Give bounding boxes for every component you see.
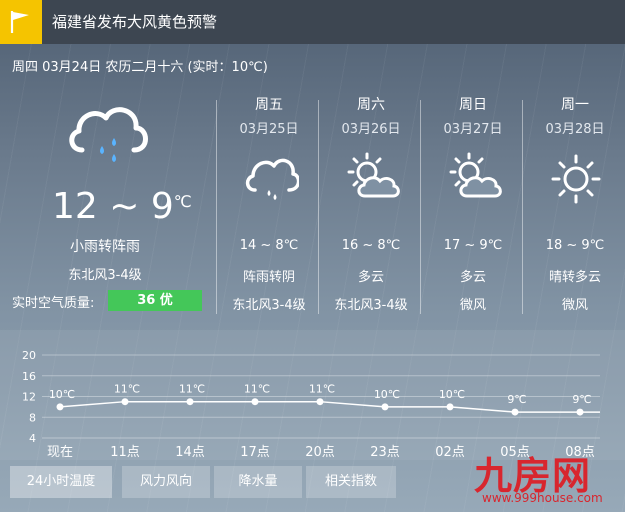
forecast-day-2[interactable]: 周六 03月26日 16 ~ 8℃ 多云 东北风3-4级 xyxy=(320,92,422,316)
partly-cloudy-icon xyxy=(347,152,400,198)
forecast-day-4[interactable]: 周一 03月28日 18 ~ 9℃ 晴转多云 微风 xyxy=(524,92,625,316)
x-tick-label: 02点 xyxy=(435,445,465,460)
forecast-desc: 多云 xyxy=(357,270,384,285)
y-tick-label: 20 xyxy=(22,349,36,362)
aqi-label: 实时空气质量: xyxy=(12,296,95,311)
y-tick-label: 12 xyxy=(22,391,36,404)
x-tick-label: 20点 xyxy=(305,445,335,460)
temperature-point xyxy=(381,403,389,411)
forecast-day-1[interactable]: 周五 03月25日 14 ~ 8℃ 阵雨转阴 东北风3-4级 xyxy=(218,92,320,316)
temperature-point-label: 10℃ xyxy=(439,388,465,401)
temperature-point-label: 9℃ xyxy=(572,393,591,406)
temperature-point xyxy=(446,403,454,411)
alert-text[interactable]: 福建省发布大风黄色预警 xyxy=(52,0,217,44)
x-tick-label: 23点 xyxy=(370,445,400,460)
temp-unit: ℃ xyxy=(173,192,192,211)
forecast-wind: 东北风3-4级 xyxy=(232,298,306,313)
temperature-point-label: 11℃ xyxy=(114,383,140,396)
forecast-temp: 14 ~ 8℃ xyxy=(239,238,299,253)
forecast-weekday: 周六 xyxy=(357,97,385,113)
temperature-point xyxy=(576,408,584,416)
light-rain-cloud-icon xyxy=(69,107,148,162)
temperature-point xyxy=(56,403,64,411)
forecast-wind: 微风 xyxy=(459,298,486,313)
y-tick-label: 8 xyxy=(29,411,36,424)
forecast-temp: 17 ~ 9℃ xyxy=(443,238,503,253)
shower-cloud-icon xyxy=(245,158,299,200)
temperature-point-label: 11℃ xyxy=(179,383,205,396)
temperature-point-label: 10℃ xyxy=(49,388,75,401)
tab-24h-temperature[interactable]: 24小时温度 xyxy=(10,466,112,498)
alert-bar[interactable]: 福建省发布大风黄色预警 xyxy=(0,0,625,44)
forecast-wind: 东北风3-4级 xyxy=(334,298,408,313)
watermark-url: www.999house.com xyxy=(482,491,603,505)
temperature-point xyxy=(316,398,324,406)
temperature-point xyxy=(511,408,519,416)
watermark-logo: 九房网 www.999house.com xyxy=(474,445,624,511)
tab-wind[interactable]: 风力风向 xyxy=(122,466,210,498)
y-tick-label: 4 xyxy=(29,432,36,445)
temperature-point-label: 11℃ xyxy=(244,383,270,396)
tab-precipitation[interactable]: 降水量 xyxy=(214,466,302,498)
warning-flag-icon xyxy=(0,0,42,44)
forecast-weekday: 周一 xyxy=(561,97,589,113)
x-tick-label: 现在 xyxy=(47,445,73,460)
forecast-date: 03月27日 xyxy=(443,122,503,137)
forecast-temp: 18 ~ 9℃ xyxy=(545,238,605,253)
temperature-point xyxy=(251,398,259,406)
separator xyxy=(216,100,217,314)
aqi-badge[interactable]: 36 优 xyxy=(108,290,202,311)
y-tick-label: 16 xyxy=(22,370,36,383)
forecast-date: 03月25日 xyxy=(239,122,299,137)
temperature-point xyxy=(186,398,194,406)
forecast-desc: 阵雨转阴 xyxy=(242,270,295,285)
forecast-day-3[interactable]: 周日 03月27日 17 ~ 9℃ 多云 微风 xyxy=(422,92,524,316)
forecast-weekday: 周日 xyxy=(459,97,487,113)
x-tick-label: 14点 xyxy=(175,445,205,460)
x-tick-label: 11点 xyxy=(110,445,140,460)
forecast-date: 03月28日 xyxy=(545,122,605,137)
today-temperature: 12 ~ 9℃ xyxy=(52,186,192,227)
x-tick-label: 17点 xyxy=(240,445,270,460)
forecast-wind: 微风 xyxy=(561,298,588,313)
today-description: 小雨转阵雨 xyxy=(70,239,140,255)
temperature-point xyxy=(121,398,129,406)
temperature-point-label: 9℃ xyxy=(507,393,526,406)
tab-indices[interactable]: 相关指数 xyxy=(306,466,396,498)
partly-cloudy-icon xyxy=(449,152,502,198)
today-temp-range: 12 ~ 9 xyxy=(52,186,174,227)
forecast-date: 03月26日 xyxy=(341,122,401,137)
forecast-desc: 多云 xyxy=(459,270,486,285)
date-line: 周四 03月24日 农历二月十六 (实时：10℃) xyxy=(12,60,268,75)
forecast-weekday: 周五 xyxy=(255,97,283,113)
today-wind: 东北风3-4级 xyxy=(68,268,142,283)
temperature-point-label: 10℃ xyxy=(374,388,400,401)
temperature-point-label: 11℃ xyxy=(309,383,335,396)
sun-icon xyxy=(551,154,601,204)
forecast-desc: 晴转多云 xyxy=(548,270,601,285)
forecast-temp: 16 ~ 8℃ xyxy=(341,238,401,253)
